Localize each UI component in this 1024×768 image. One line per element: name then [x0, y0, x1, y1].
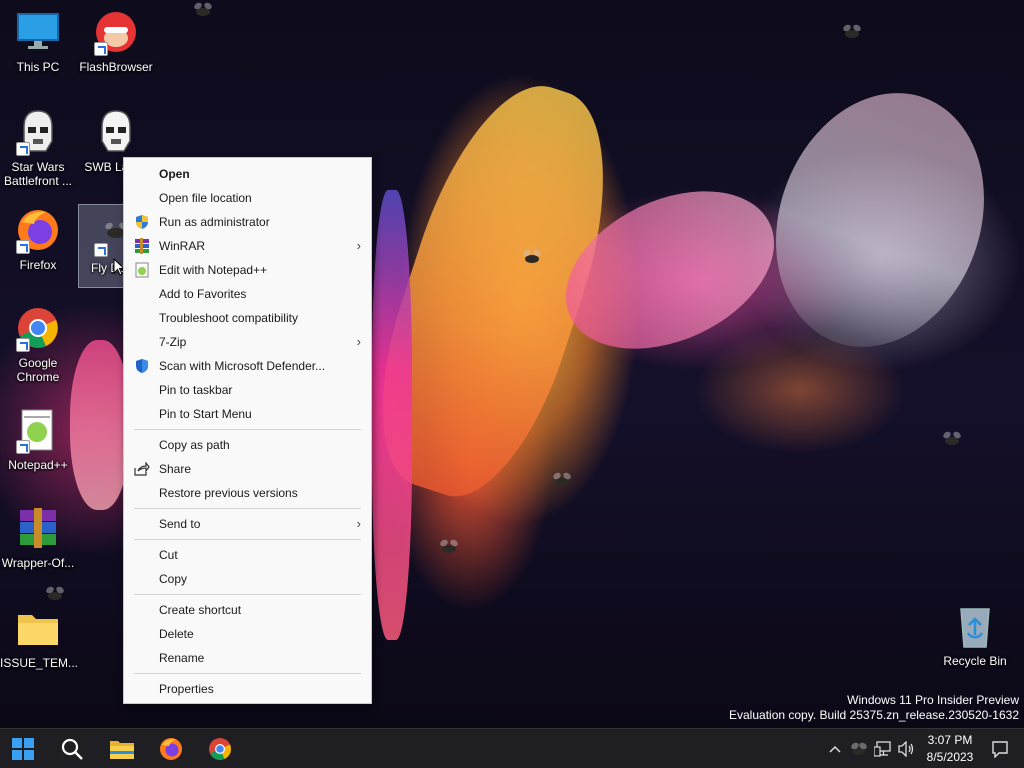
menu-item-winrar[interactable]: WinRAR ›: [124, 234, 371, 258]
menu-item-copy[interactable]: Copy: [124, 567, 371, 591]
notepad-plus-plus-icon: [134, 262, 150, 278]
tray-fly-icon[interactable]: [848, 738, 870, 760]
desktop-icon-wrapper-of[interactable]: Wrapper-Of...: [0, 500, 76, 596]
clock-date: 8/5/2023: [926, 750, 974, 764]
menu-separator: [134, 594, 361, 595]
menu-item-rename[interactable]: Rename: [124, 646, 371, 670]
desktop-icon-firefox[interactable]: Firefox: [0, 202, 76, 298]
menu-item-create-shortcut[interactable]: Create shortcut: [124, 598, 371, 622]
menu-item-properties[interactable]: Properties: [124, 677, 371, 701]
desktop-icon-notepad-plus-plus[interactable]: Notepad++: [0, 402, 76, 498]
shortcut-arrow-icon: [16, 440, 30, 454]
search-icon: [61, 738, 83, 760]
menu-separator: [134, 539, 361, 540]
menu-item-share[interactable]: Share: [124, 457, 371, 481]
menu-item-add-to-favorites[interactable]: Add to Favorites: [124, 282, 371, 306]
stormtrooper-icon: [92, 108, 140, 156]
winrar-icon: [134, 238, 150, 254]
folder-icon: [14, 604, 62, 652]
stormtrooper-icon: [14, 108, 62, 156]
chevron-right-icon: ›: [356, 334, 361, 349]
monitor-icon: [14, 8, 62, 56]
menu-separator: [134, 429, 361, 430]
shortcut-arrow-icon: [94, 243, 108, 257]
chrome-icon: [14, 304, 62, 352]
winrar-archive-icon: [14, 504, 62, 552]
menu-item-edit-with-notepad-plus-plus[interactable]: Edit with Notepad++: [124, 258, 371, 282]
menu-item-run-as-administrator[interactable]: Run as administrator: [124, 210, 371, 234]
windows-start-icon: [12, 738, 34, 760]
menu-item-7-zip[interactable]: 7-Zip ›: [124, 330, 371, 354]
menu-item-restore-previous-versions[interactable]: Restore previous versions: [124, 481, 371, 505]
fly-sprite: [196, 8, 210, 16]
recycle-bin-icon: [951, 602, 999, 650]
fly-sprite: [945, 437, 959, 445]
menu-item-open-file-location[interactable]: Open file location: [124, 186, 371, 210]
shortcut-arrow-icon: [16, 240, 30, 254]
share-icon: [134, 461, 150, 477]
taskbar-clock[interactable]: 3:07 PM 8/5/2023: [920, 732, 980, 766]
wallpaper-ribbon-magenta: [372, 190, 412, 640]
search-button[interactable]: [52, 733, 92, 765]
file-explorer-icon: [110, 741, 134, 759]
desktop-icon-flashbrowser[interactable]: FlashBrowser: [78, 4, 154, 100]
firefox-icon: [160, 738, 182, 760]
desktop-icon-issue-template[interactable]: ISSUE_TEM...: [0, 600, 78, 696]
context-menu[interactable]: Open Open file location Run as administr…: [123, 157, 372, 704]
fly-sprite: [525, 255, 539, 263]
notification-center-icon[interactable]: [989, 738, 1011, 760]
menu-item-copy-as-path[interactable]: Copy as path: [124, 433, 371, 457]
fly-sprite: [555, 478, 569, 486]
fly-sprite: [442, 545, 456, 553]
taskbar[interactable]: 3:07 PM 8/5/2023: [0, 728, 1024, 768]
watermark-build: Evaluation copy. Build 25375.zn_release.…: [729, 708, 1019, 722]
shortcut-arrow-icon: [16, 142, 30, 156]
desktop-icon-star-wars-battlefront[interactable]: Star Wars Battlefront ...: [0, 104, 76, 200]
volume-icon[interactable]: [895, 738, 917, 760]
taskbar-chrome[interactable]: [200, 733, 240, 765]
taskbar-file-explorer[interactable]: [102, 733, 142, 765]
flash-browser-icon: [92, 8, 140, 56]
firefox-icon: [14, 206, 62, 254]
menu-item-open[interactable]: Open: [124, 162, 371, 186]
menu-item-delete[interactable]: Delete: [124, 622, 371, 646]
taskbar-firefox[interactable]: [151, 733, 191, 765]
notepad-plus-plus-icon: [14, 406, 62, 454]
menu-item-send-to[interactable]: Send to ›: [124, 512, 371, 536]
windows-watermark: Windows 11 Pro Insider Preview Evaluatio…: [729, 693, 1019, 723]
chrome-icon: [209, 738, 231, 760]
chevron-right-icon: ›: [356, 516, 361, 531]
watermark-edition: Windows 11 Pro Insider Preview: [847, 693, 1019, 707]
uac-shield-icon: [134, 214, 150, 230]
menu-separator: [134, 508, 361, 509]
fly-sprite: [845, 30, 859, 38]
start-button[interactable]: [3, 733, 43, 765]
shortcut-arrow-icon: [16, 338, 30, 352]
desktop-icon-google-chrome[interactable]: Google Chrome: [0, 300, 76, 396]
menu-item-cut[interactable]: Cut: [124, 543, 371, 567]
desktop-icon-this-pc[interactable]: This PC: [0, 4, 76, 100]
desktop-icon-recycle-bin[interactable]: Recycle Bin: [937, 598, 1013, 694]
tray-overflow-chevron-icon[interactable]: [824, 738, 846, 760]
menu-separator: [134, 673, 361, 674]
shortcut-arrow-icon: [94, 42, 108, 56]
chevron-right-icon: ›: [356, 238, 361, 253]
menu-item-troubleshoot-compatibility[interactable]: Troubleshoot compatibility: [124, 306, 371, 330]
menu-item-pin-to-taskbar[interactable]: Pin to taskbar: [124, 378, 371, 402]
clock-time: 3:07 PM: [927, 733, 973, 747]
wallpaper-ribbon-white: [741, 63, 1019, 377]
menu-item-scan-with-defender[interactable]: Scan with Microsoft Defender...: [124, 354, 371, 378]
network-icon[interactable]: [872, 738, 894, 760]
defender-shield-icon: [134, 358, 150, 374]
menu-item-pin-to-start-menu[interactable]: Pin to Start Menu: [124, 402, 371, 426]
wallpaper-ribbon-left-pink: [70, 340, 130, 510]
